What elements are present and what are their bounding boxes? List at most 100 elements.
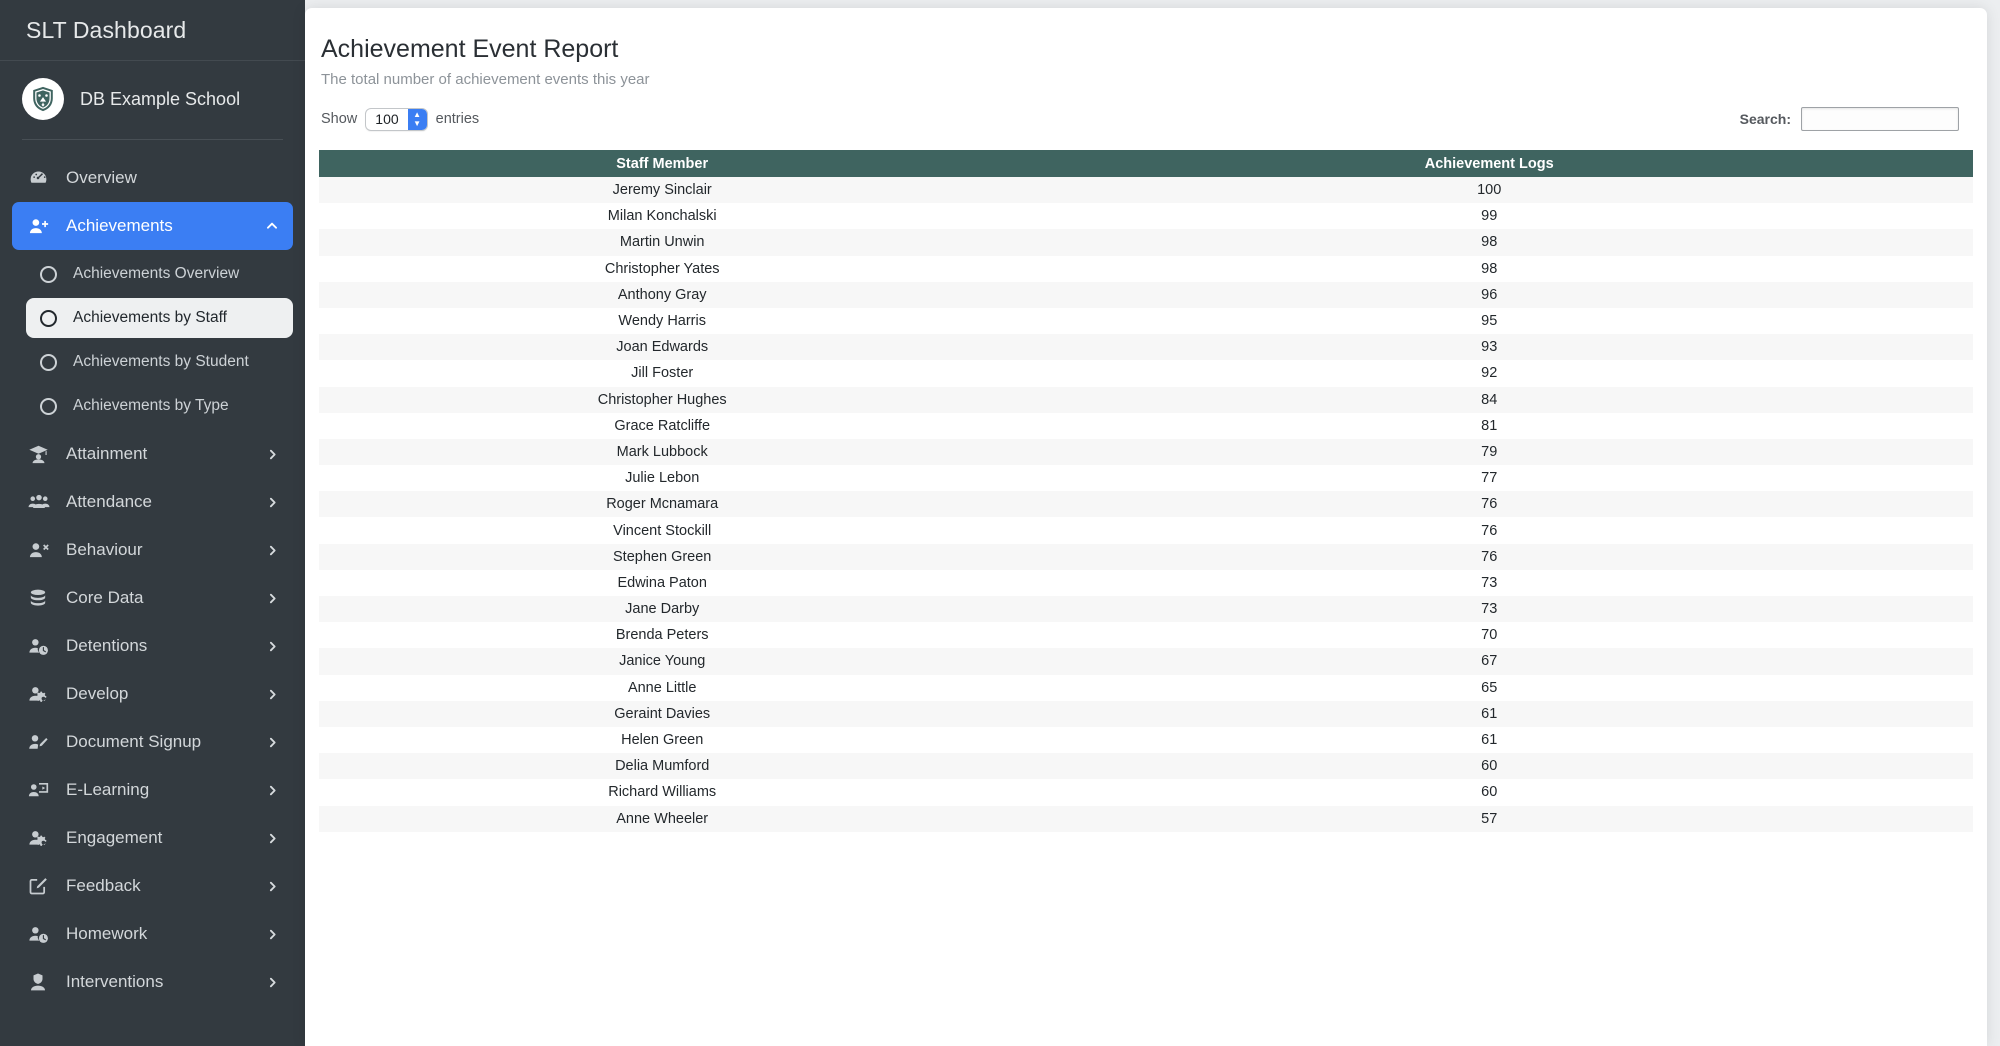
sidebar-item-label: Engagement: [66, 828, 163, 847]
chevron-right-icon[interactable]: [266, 496, 279, 509]
sidebar-item-achievements-by-type[interactable]: Achievements by Type: [26, 386, 293, 426]
database-icon: [28, 588, 58, 608]
cell-staff-member: Martin Unwin: [619, 234, 705, 251]
table-row[interactable]: Richard Williams 60: [319, 779, 1973, 806]
chevron-up-icon[interactable]: [265, 219, 279, 233]
table-row[interactable]: Helen Green 61: [319, 726, 1973, 754]
search-input[interactable]: [1801, 107, 1959, 131]
sidebar-item-achievements[interactable]: Achievements: [12, 202, 293, 250]
sidebar-item-attainment[interactable]: Attainment: [12, 430, 293, 478]
table-row[interactable]: Christopher Hughes 84: [319, 386, 1973, 413]
sidebar-item-overview[interactable]: Overview: [12, 154, 293, 202]
table-row[interactable]: Roger Mcnamara 76: [319, 491, 1973, 518]
sidebar-item-engagement[interactable]: Engagement: [12, 814, 293, 862]
sidebar-item-achievements-by-student[interactable]: Achievements by Student: [26, 342, 293, 382]
cell-achievement-logs: 84: [1481, 391, 1498, 408]
sidebar-item-behaviour[interactable]: Behaviour: [12, 526, 293, 574]
table-row[interactable]: Joan Edwards 93: [319, 334, 1973, 361]
sidebar-item-feedback[interactable]: Feedback: [12, 862, 293, 910]
cell-staff-member: Milan Konchalski: [607, 208, 717, 225]
radio-circle-icon: [40, 265, 57, 283]
chevron-right-icon[interactable]: [266, 592, 279, 605]
cell-staff-member: Christopher Yates: [604, 260, 720, 277]
cell-staff-member: Helen Green: [621, 732, 704, 749]
sidebar-item-interventions[interactable]: Interventions: [12, 958, 293, 1006]
sidebar-item-attendance[interactable]: Attendance: [12, 478, 293, 526]
sidebar-item-document-signup[interactable]: Document Signup: [12, 718, 293, 766]
cell-achievement-logs: 65: [1481, 679, 1498, 696]
sidebar-item-achievements-overview[interactable]: Achievements Overview: [26, 254, 293, 294]
user-screen-icon: [28, 780, 58, 801]
cell-achievement-logs: 60: [1481, 784, 1498, 801]
cell-staff-member: Joan Edwards: [616, 339, 709, 356]
cell-achievement-logs: 76: [1481, 522, 1498, 539]
sidebar-item-label: Overview: [66, 168, 137, 187]
stepper-icon[interactable]: ▲ ▼: [407, 108, 427, 130]
sidebar-item-develop[interactable]: Develop: [12, 670, 293, 718]
search-label: Search:: [1739, 111, 1791, 127]
cell-staff-member: Wendy Harris: [618, 313, 706, 330]
sidebar-item-e-learning[interactable]: E-Learning: [12, 766, 293, 814]
chevron-right-icon[interactable]: [266, 832, 279, 845]
chevron-right-icon[interactable]: [266, 784, 279, 797]
sidebar-item-label: Behaviour: [66, 540, 143, 559]
table-row[interactable]: Jeremy Sinclair 100: [319, 177, 1973, 204]
chevron-right-icon[interactable]: [266, 448, 279, 461]
table-row[interactable]: Milan Konchalski 99: [319, 203, 1973, 230]
cell-staff-member: Mark Lubbock: [616, 443, 708, 460]
sidebar-item-detentions[interactable]: Detentions: [12, 622, 293, 670]
school-crest-icon: [22, 78, 64, 120]
chevron-right-icon[interactable]: [266, 688, 279, 701]
table-row[interactable]: Stephen Green 76: [319, 543, 1973, 570]
table-row[interactable]: Wendy Harris 95: [319, 307, 1973, 335]
column-header-achievement-logs[interactable]: Achievement Logs: [1005, 150, 1973, 177]
users-group-icon: [28, 491, 58, 513]
sidebar-item-core-data[interactable]: Core Data: [12, 574, 293, 622]
sidebar-subitem-label: Achievements by Staff: [73, 309, 227, 326]
user-edit-icon: [28, 732, 58, 753]
sidebar-item-label: Detentions: [66, 636, 148, 655]
school-selector[interactable]: DB Example School: [0, 61, 305, 139]
sidebar-item-label: Attainment: [66, 444, 148, 463]
sidebar-title: SLT Dashboard: [0, 0, 305, 61]
chevron-up-icon: ▲: [413, 109, 422, 119]
chevron-right-icon[interactable]: [266, 544, 279, 557]
table-row[interactable]: Vincent Stockill 76: [319, 517, 1973, 544]
table-row[interactable]: Janice Young 67: [319, 648, 1973, 675]
table-header: Staff Member Achievement Logs: [319, 150, 1973, 177]
sidebar-subitem-label: Achievements by Student: [73, 353, 249, 370]
entries-select[interactable]: 100 ▲ ▼: [365, 107, 428, 131]
cell-achievement-logs: 70: [1481, 627, 1498, 644]
chevron-right-icon[interactable]: [266, 976, 279, 989]
sidebar-item-label: E-Learning: [66, 780, 150, 799]
chevron-down-icon: ▼: [413, 118, 422, 128]
table-row[interactable]: Geraint Davies 61: [319, 700, 1973, 727]
cell-achievement-logs: 95: [1481, 313, 1498, 330]
table-row[interactable]: Julie Lebon 77: [319, 465, 1973, 492]
chevron-right-icon[interactable]: [266, 640, 279, 653]
chevron-right-icon[interactable]: [266, 880, 279, 893]
chevron-right-icon[interactable]: [266, 928, 279, 941]
sidebar-item-achievements-by-staff[interactable]: Achievements by Staff: [26, 298, 293, 338]
table-row[interactable]: Christopher Yates 98: [319, 255, 1973, 282]
table-row[interactable]: Anne Little 65: [319, 674, 1973, 701]
table-row[interactable]: Delia Mumford 60: [319, 753, 1973, 780]
table-row[interactable]: Martin Unwin 98: [319, 229, 1973, 256]
table-row[interactable]: Anthony Gray 96: [319, 281, 1973, 308]
table-row[interactable]: Jill Foster 92: [319, 360, 1973, 387]
pencil-square-icon: [28, 876, 58, 896]
table-row[interactable]: Jane Darby 73: [319, 596, 1973, 623]
table-row[interactable]: Mark Lubbock 79: [319, 438, 1973, 466]
cell-staff-member: Anthony Gray: [617, 286, 707, 303]
table-header-row: Staff Member Achievement Logs: [319, 150, 1973, 177]
table-row[interactable]: Anne Wheeler 57: [319, 805, 1973, 832]
user-gear-icon: [28, 684, 58, 705]
chevron-right-icon[interactable]: [266, 736, 279, 749]
application-window: SLT Dashboard DB Example School Overview…: [0, 0, 2000, 1046]
column-header-staff-member[interactable]: Staff Member: [319, 150, 1006, 177]
table-row[interactable]: Brenda Peters 70: [319, 622, 1973, 649]
cell-achievement-logs: 81: [1481, 417, 1498, 434]
table-row[interactable]: Grace Ratcliffe 81: [319, 412, 1973, 439]
sidebar-item-homework[interactable]: Homework: [12, 910, 293, 958]
table-row[interactable]: Edwina Paton 73: [319, 569, 1973, 596]
